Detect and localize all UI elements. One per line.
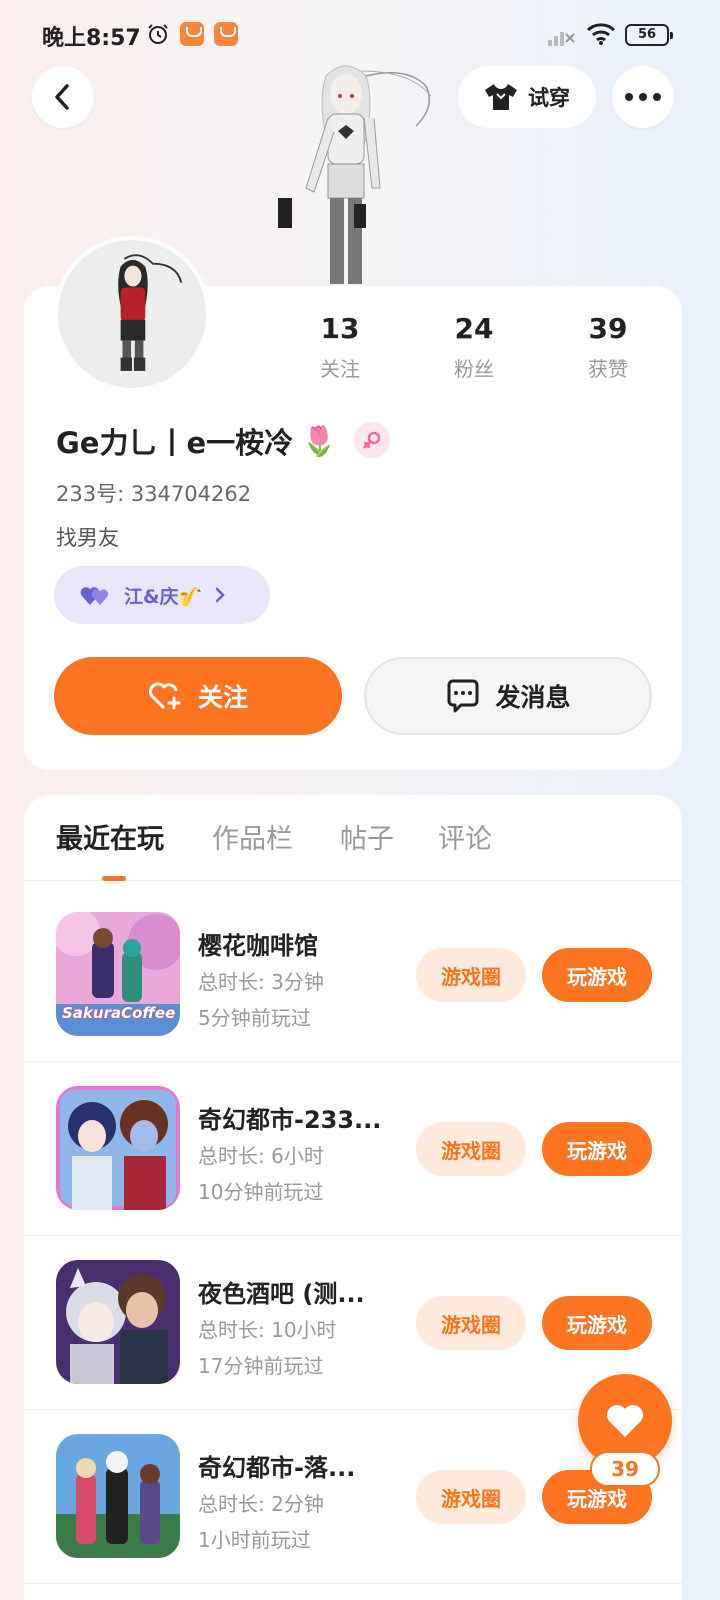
game-title: 奇幻都市-233... bbox=[198, 1106, 382, 1134]
game-thumbnail bbox=[56, 1086, 180, 1210]
tab-posts[interactable]: 帖子 bbox=[340, 817, 394, 856]
game-circle-button[interactable]: 游戏圈 bbox=[416, 948, 526, 1002]
user-id: 233号: 334704262 bbox=[56, 482, 252, 506]
alarm-icon bbox=[148, 24, 168, 44]
tab-bar: 最近在玩 作品栏 帖子 评论 bbox=[24, 795, 682, 881]
tshirt-icon bbox=[485, 84, 517, 110]
stat-following-count: 13 bbox=[320, 312, 360, 345]
bio: 找男友 bbox=[56, 526, 119, 550]
game-row[interactable]: SakuraCoffee 樱花咖啡馆 总时长: 3分钟 5分钟前玩过 游戏圈 玩… bbox=[24, 888, 682, 1062]
more-options-button[interactable] bbox=[612, 66, 674, 128]
tab-recently-played[interactable]: 最近在玩 bbox=[56, 817, 164, 856]
send-message-button[interactable]: 发消息 bbox=[364, 657, 652, 735]
follow-label: 关注 bbox=[197, 683, 248, 712]
avatar-figure bbox=[118, 254, 183, 371]
play-game-button[interactable]: 玩游戏 bbox=[542, 948, 652, 1002]
game-duration: 总时长: 6小时 bbox=[198, 1144, 324, 1168]
send-message-label: 发消息 bbox=[495, 683, 571, 712]
follow-button[interactable]: 关注 bbox=[54, 657, 342, 735]
game-duration: 总时长: 10小时 bbox=[198, 1318, 337, 1342]
game-last-played: 5分钟前玩过 bbox=[198, 1006, 311, 1030]
stat-followers-label: 粉丝 bbox=[454, 357, 494, 381]
active-tab-indicator bbox=[102, 876, 126, 881]
game-thumbnail: SakuraCoffee bbox=[56, 912, 180, 1036]
game-circle-button[interactable]: 游戏圈 bbox=[416, 1122, 526, 1176]
game-row[interactable]: 夜色酒吧 (测... 总时长: 10小时 17分钟前玩过 游戏圈 玩游戏 bbox=[24, 1236, 682, 1410]
stat-likes[interactable]: 39 获赞 bbox=[558, 312, 658, 382]
stat-likes-label: 获赞 bbox=[588, 357, 628, 381]
like-count-badge: 39 bbox=[590, 1451, 660, 1487]
game-circle-button[interactable]: 游戏圈 bbox=[416, 1470, 526, 1524]
avatar[interactable] bbox=[54, 236, 210, 392]
more-icon bbox=[625, 93, 661, 101]
stat-following[interactable]: 13 关注 bbox=[290, 312, 390, 382]
game-thumbnail bbox=[56, 1260, 180, 1384]
couple-tag[interactable]: 江&庆🎷 bbox=[54, 566, 270, 624]
play-game-button[interactable]: 玩游戏 bbox=[542, 1122, 652, 1176]
game-thumb-text: SakuraCoffee bbox=[62, 1004, 176, 1022]
back-button[interactable] bbox=[32, 66, 94, 128]
play-game-button[interactable]: 玩游戏 bbox=[542, 1296, 652, 1350]
chevron-right-icon bbox=[215, 587, 226, 603]
tab-comments[interactable]: 评论 bbox=[438, 817, 492, 856]
nickname-emoji: 🌷 bbox=[301, 423, 338, 458]
game-circle-button[interactable]: 游戏圈 bbox=[416, 1296, 526, 1350]
signal-icon bbox=[548, 32, 575, 46]
status-time: 晚上8:57 bbox=[42, 26, 141, 51]
stat-followers[interactable]: 24 粉丝 bbox=[424, 312, 524, 382]
stat-followers-count: 24 bbox=[454, 312, 494, 345]
game-thumbnail bbox=[56, 1434, 180, 1558]
chat-bubble-icon bbox=[447, 679, 479, 713]
wifi-icon bbox=[586, 23, 616, 45]
game-title: 樱花咖啡馆 bbox=[198, 932, 318, 960]
couple-tag-label: 江&庆🎷 bbox=[124, 585, 203, 608]
heart-icon bbox=[607, 1405, 643, 1437]
tab-works[interactable]: 作品栏 bbox=[212, 817, 293, 856]
try-on-button[interactable]: 试穿 bbox=[458, 66, 596, 128]
female-gender-icon bbox=[354, 422, 390, 458]
chevron-left-icon bbox=[55, 84, 69, 110]
stat-following-label: 关注 bbox=[320, 357, 360, 381]
app-notification-icon bbox=[180, 22, 204, 46]
game-last-played: 10分钟前玩过 bbox=[198, 1180, 324, 1204]
game-last-played: 1小时前玩过 bbox=[198, 1528, 311, 1552]
app-notification-icon bbox=[214, 22, 238, 46]
game-title: 奇幻都市-落... bbox=[198, 1454, 356, 1482]
nickname: Ge力乚丨e一桉冷 🌷 bbox=[56, 420, 337, 462]
heart-plus-icon bbox=[149, 682, 181, 710]
avatar-3d-figure bbox=[278, 65, 432, 284]
game-last-played: 17分钟前玩过 bbox=[198, 1354, 324, 1378]
battery-indicator: 56 bbox=[625, 24, 673, 46]
nickname-text: Ge力乚丨e一桉冷 bbox=[56, 426, 294, 460]
stat-likes-count: 39 bbox=[588, 312, 628, 345]
game-duration: 总时长: 2分钟 bbox=[198, 1492, 324, 1516]
game-row[interactable]: 奇幻都市-233... 总时长: 6小时 10分钟前玩过 游戏圈 玩游戏 bbox=[24, 1062, 682, 1236]
game-duration: 总时长: 3分钟 bbox=[198, 970, 324, 994]
double-heart-icon bbox=[80, 587, 109, 605]
game-title: 夜色酒吧 (测... bbox=[198, 1280, 365, 1308]
try-on-label: 试穿 bbox=[528, 86, 570, 110]
